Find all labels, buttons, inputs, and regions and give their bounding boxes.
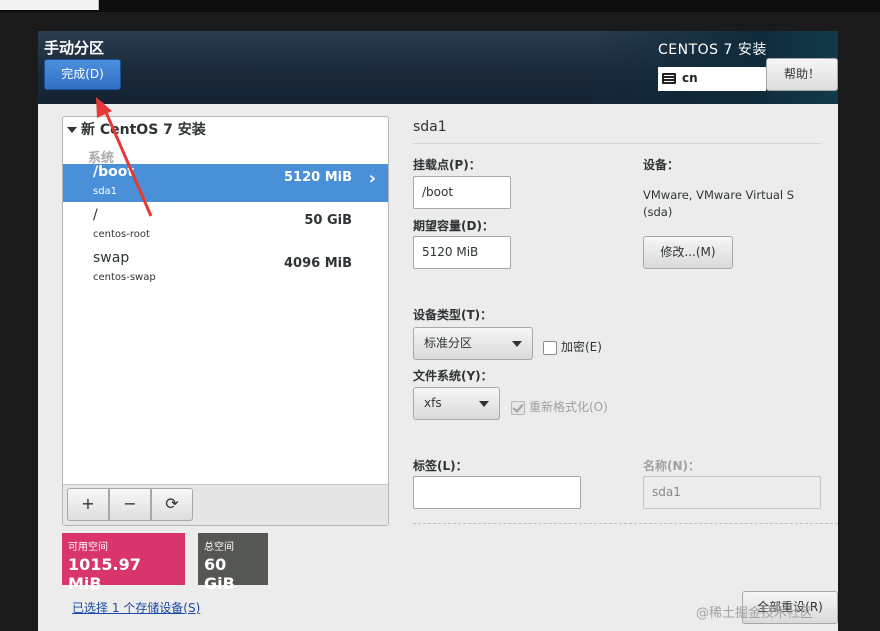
- remove-partition-button[interactable]: −: [109, 488, 151, 521]
- partition-row-swap[interactable]: swap centos-swap 4096 MiB: [63, 250, 388, 288]
- product-title: CENTOS 7 安装: [658, 42, 767, 58]
- details-dashed-divider: [413, 523, 838, 524]
- add-partition-button[interactable]: +: [67, 488, 109, 521]
- partition-size: 4096 MiB: [283, 256, 352, 271]
- install-group-header[interactable]: 新 CentOS 7 安装: [67, 119, 206, 139]
- host-tab: [0, 0, 99, 10]
- name-input[interactable]: sda1: [643, 476, 821, 509]
- encrypt-checkbox[interactable]: 加密(E): [543, 338, 602, 355]
- tag-label: 标签(L)：: [413, 459, 468, 473]
- help-button[interactable]: 帮助！: [766, 58, 838, 91]
- reformat-label: 重新格式化(O): [529, 400, 608, 414]
- dropdown-caret-icon: [512, 341, 522, 347]
- total-space-label: 总空间: [204, 542, 234, 553]
- details-separator: [413, 143, 821, 144]
- expander-triangle-icon: [67, 127, 77, 133]
- partition-device: centos-swap: [93, 272, 156, 283]
- device-value: VMware, VMware Virtual S (sda): [643, 188, 795, 219]
- filesystem-value: xfs: [424, 396, 442, 410]
- partition-list-panel: 新 CentOS 7 安装 系统 /boot sda1 5120 MiB › /…: [62, 116, 389, 526]
- desired-capacity-label: 期望容量(D)：: [413, 219, 494, 233]
- install-group-label: 新 CentOS 7 安装: [81, 122, 206, 138]
- watermark-text: @稀土掘金技术社区: [696, 606, 814, 621]
- installer-window: 手动分区 完成(D) CENTOS 7 安装 cn 帮助！ 新 CentOS 7…: [38, 31, 838, 631]
- mount-point-input[interactable]: /boot: [413, 176, 511, 209]
- keyboard-icon: [662, 73, 676, 84]
- checkbox-box: [543, 340, 557, 355]
- reformat-checkbox[interactable]: 重新格式化(O): [511, 398, 608, 415]
- device-type-label: 设备类型(T)：: [413, 308, 493, 322]
- partition-details-title: sda1: [413, 119, 447, 135]
- done-button[interactable]: 完成(D): [44, 59, 121, 90]
- desired-capacity-input[interactable]: 5120 MiB: [413, 236, 511, 269]
- checkbox-check-icon: [511, 400, 525, 415]
- device-type-select[interactable]: 标准分区: [413, 327, 533, 360]
- device-label: 设备：: [643, 158, 680, 172]
- partition-size: 50 GiB: [304, 213, 352, 228]
- keyboard-layout-indicator[interactable]: cn: [658, 67, 766, 91]
- mount-point-label: 挂载点(P)：: [413, 158, 481, 172]
- available-space-value: 1015.97 MiB: [68, 555, 141, 593]
- partition-row-root[interactable]: / centos-root 50 GiB: [63, 207, 388, 245]
- chevron-right-icon: ›: [368, 168, 376, 189]
- total-space-box: 总空间 60 GiB: [198, 533, 268, 593]
- selected-storage-link[interactable]: 已选择 1 个存储设备(S): [72, 599, 200, 616]
- available-space-box: 可用空间 1015.97 MiB: [62, 533, 185, 593]
- total-space-value: 60 GiB: [204, 555, 235, 593]
- refresh-icon[interactable]: ⟳: [151, 488, 193, 521]
- modify-button[interactable]: 修改...(M): [643, 236, 733, 269]
- partition-size: 5120 MiB: [283, 170, 352, 185]
- partition-device: centos-root: [93, 229, 150, 240]
- device-type-value: 标准分区: [424, 336, 473, 350]
- partition-mount: /: [93, 207, 98, 223]
- name-label: 名称(N)：: [643, 459, 701, 473]
- dropdown-caret-icon: [479, 401, 489, 407]
- tag-input[interactable]: [413, 476, 581, 509]
- page-title: 手动分区: [44, 39, 105, 57]
- partition-device: sda1: [93, 186, 118, 197]
- filesystem-select[interactable]: xfs: [413, 387, 500, 420]
- encrypt-label: 加密(E): [561, 340, 602, 354]
- partition-toolbar: + − ⟳: [63, 484, 388, 525]
- keyboard-layout-label: cn: [682, 71, 698, 85]
- filesystem-label: 文件系统(Y)：: [413, 369, 493, 383]
- partition-row-boot[interactable]: /boot sda1 5120 MiB ›: [63, 164, 388, 202]
- partition-mount: /boot: [93, 164, 135, 180]
- available-space-label: 可用空间: [68, 542, 108, 553]
- host-top-strip: [0, 0, 880, 12]
- partition-mount: swap: [93, 250, 130, 266]
